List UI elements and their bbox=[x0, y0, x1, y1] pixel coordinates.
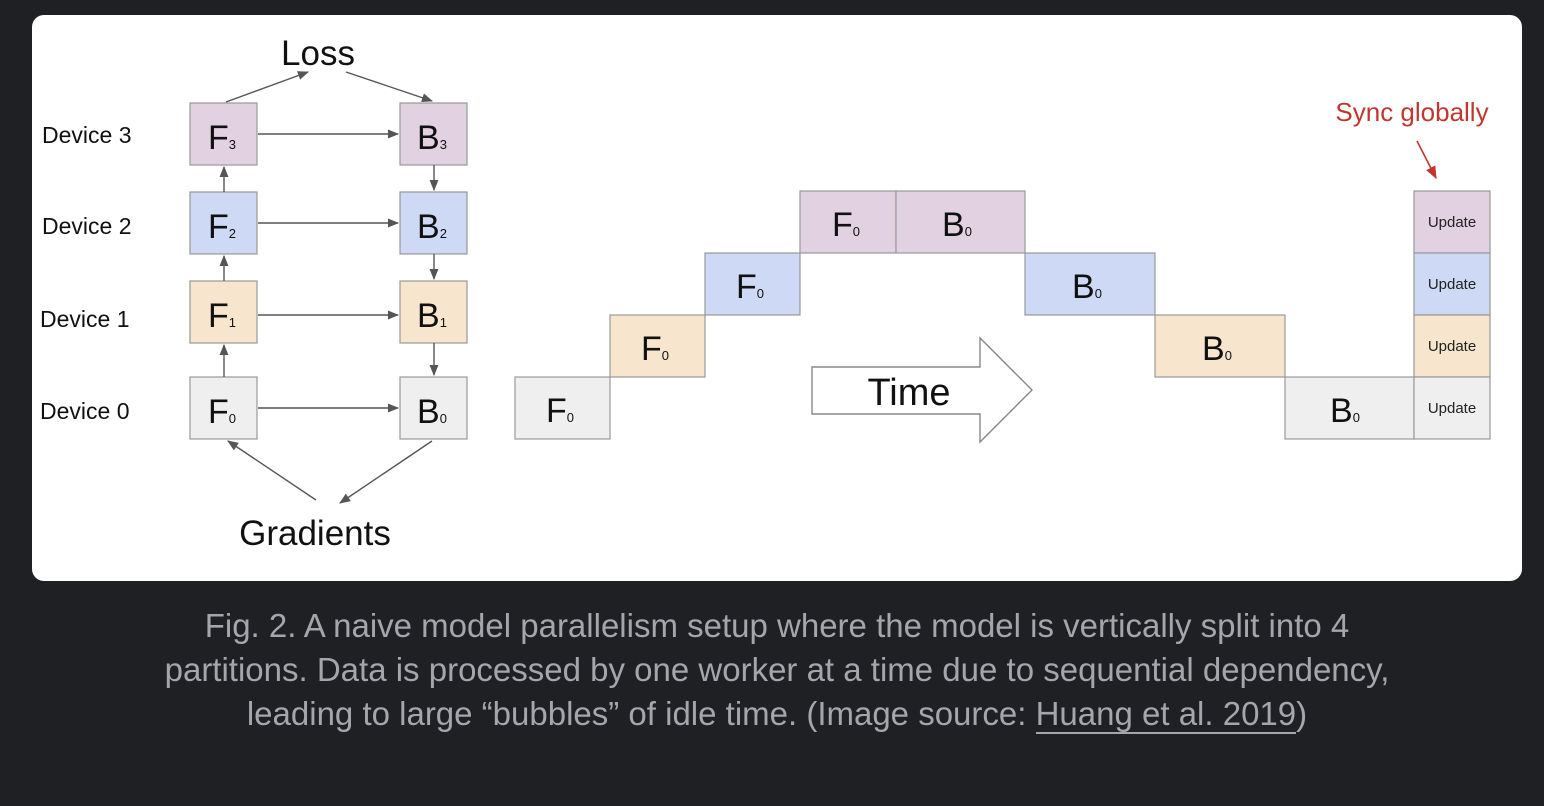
gradients-label: Gradients bbox=[239, 514, 391, 553]
backward-box-3: B3 bbox=[399, 102, 468, 166]
update-label-device-3: Update bbox=[1428, 214, 1476, 231]
backward-box-2: B2 bbox=[399, 191, 468, 255]
update-label-device-1: Update bbox=[1428, 338, 1476, 355]
forward-box-0: F0 bbox=[189, 376, 258, 440]
caption-source-link[interactable]: Huang et al. 2019 bbox=[1035, 695, 1297, 734]
forward-box-3: F3 bbox=[189, 102, 258, 166]
pipeline-diagram: Device 3 Device 2 Device 1 Device 0 F3 F… bbox=[40, 34, 1491, 553]
sync-arrow bbox=[1416, 140, 1437, 180]
device-label-2: Device 2 bbox=[42, 213, 131, 239]
update-label-device-2: Update bbox=[1428, 276, 1476, 293]
forward-box-1: F1 bbox=[189, 280, 258, 344]
device-label-1: Device 1 bbox=[40, 306, 129, 332]
forward-box-2: F2 bbox=[189, 191, 258, 255]
update-label-device-0: Update bbox=[1428, 400, 1476, 417]
loss-label: Loss bbox=[281, 34, 355, 73]
backward-box-1: B1 bbox=[399, 280, 468, 344]
time-label: Time bbox=[867, 372, 950, 414]
figure-card: Device 3 Device 2 Device 1 Device 0 F3 F… bbox=[32, 15, 1522, 581]
backward-box-0: B0 bbox=[399, 376, 468, 440]
sync-globally-label: Sync globally bbox=[1335, 97, 1488, 127]
caption-suffix: ) bbox=[1296, 695, 1308, 732]
device-label-3: Device 3 bbox=[42, 122, 131, 148]
device-label-0: Device 0 bbox=[40, 398, 129, 424]
figure-caption: Fig. 2. A naive model parallelism setup … bbox=[150, 604, 1404, 736]
